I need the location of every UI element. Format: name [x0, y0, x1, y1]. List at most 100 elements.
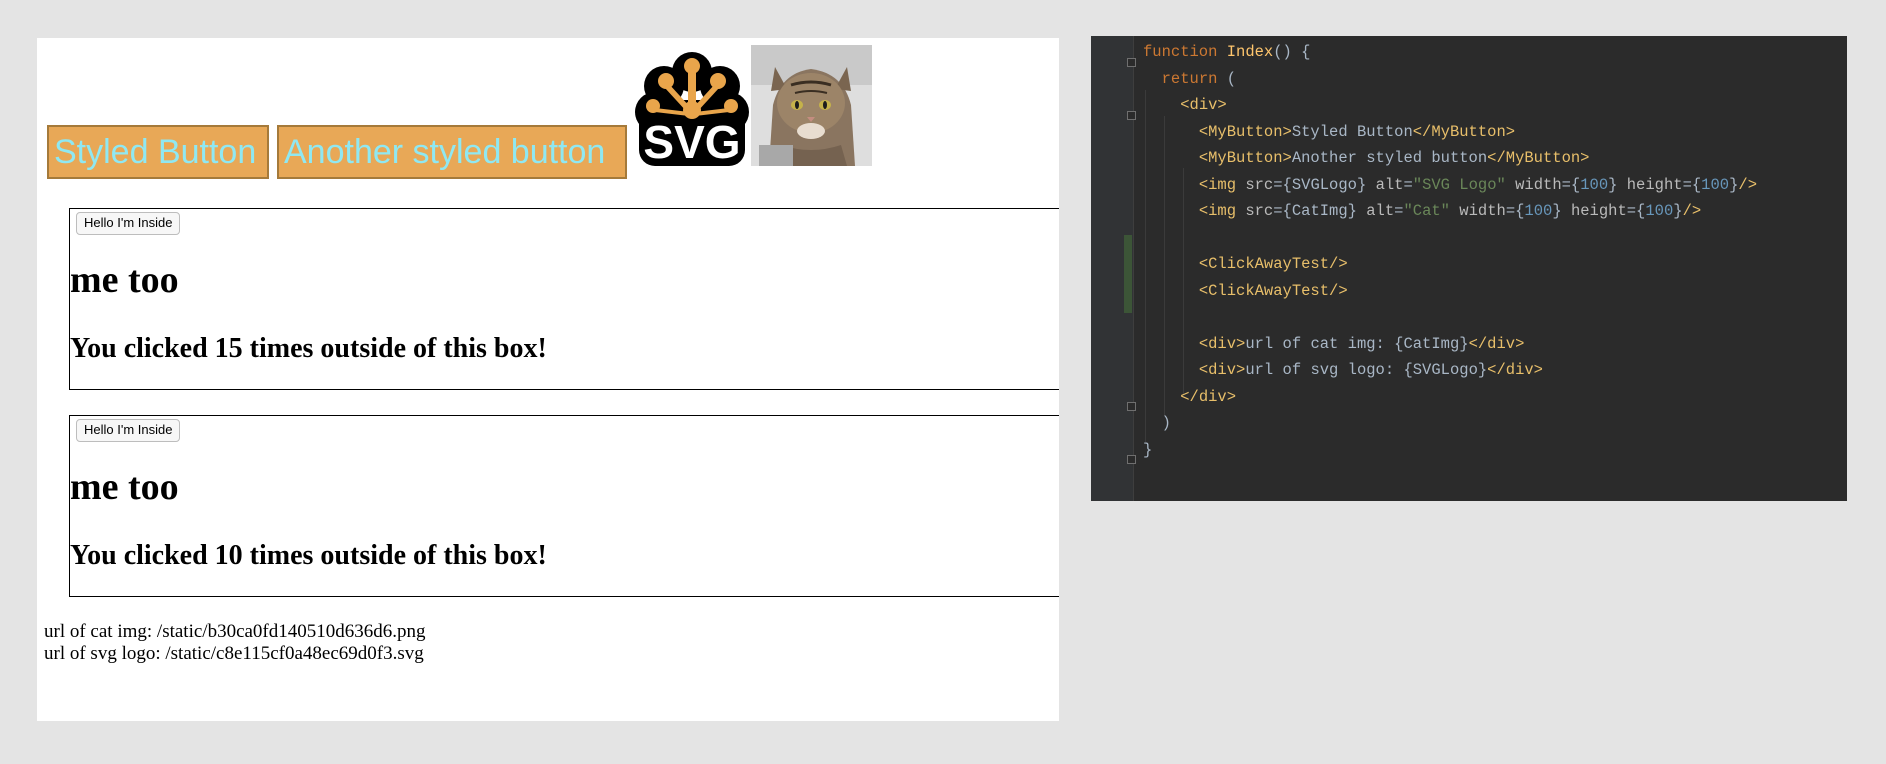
code-line[interactable]: return ( [1143, 66, 1236, 92]
svg-url-text: url of svg logo: /static/c8e115cf0a48ec6… [44, 643, 424, 664]
code-line[interactable]: <ClickAwayTest/> [1143, 278, 1348, 304]
code-token: <ClickAwayTest/> [1198, 281, 1348, 300]
code-token: <div> [1198, 361, 1246, 379]
code-token: Index [1226, 43, 1274, 61]
code-line[interactable]: <div> [1143, 92, 1227, 118]
code-token: ={CatImg} [1273, 202, 1367, 220]
code-token: width [1459, 202, 1506, 220]
code-token: <div> [1198, 334, 1246, 353]
code-token: ={ [1626, 202, 1646, 220]
code-token: function [1143, 43, 1227, 61]
code-token: } [1608, 175, 1627, 194]
code-token: } [1673, 202, 1683, 220]
code-line[interactable]: } [1143, 437, 1152, 463]
code-token: /> [1738, 175, 1757, 194]
me-too-heading: me too [70, 259, 179, 301]
code-token: } [1143, 440, 1153, 459]
code-line[interactable]: function Index() { [1143, 39, 1310, 65]
code-token: </MyButton> [1412, 122, 1516, 141]
click-away-box[interactable]: Hello I'm Inside me too You clicked 10 t… [69, 415, 1059, 597]
code-line[interactable]: <img src={SVGLogo} alt="SVG Logo" width=… [1143, 172, 1757, 198]
code-line[interactable]: <MyButton>Styled Button</MyButton> [1143, 119, 1515, 145]
code-token: "Cat" [1403, 202, 1450, 220]
rendered-page-preview: Styled Button Another styled button SVG [37, 38, 1059, 721]
code-token: <img [1198, 175, 1246, 194]
fold-marker-icon[interactable] [1127, 402, 1136, 411]
code-token: </div> [1487, 361, 1543, 379]
code-token: ={ [1561, 175, 1581, 194]
code-token: alt [1375, 175, 1404, 194]
code-token: = [1403, 175, 1413, 194]
fold-marker-icon[interactable] [1127, 455, 1136, 464]
fold-marker-icon[interactable] [1127, 111, 1136, 120]
svg-logo-text: SVG [643, 116, 740, 166]
code-token: Another styled button [1291, 149, 1488, 167]
click-count-text: You clicked 15 times outside of this box… [70, 333, 547, 364]
code-token: url of svg logo: {SVGLogo} [1245, 361, 1488, 379]
code-editor[interactable]: function Index() { return ( <div> <MyBut… [1091, 36, 1847, 501]
code-token: 100 [1580, 175, 1609, 194]
code-token: <MyButton> [1198, 149, 1292, 167]
code-token: "SVG Logo" [1412, 175, 1506, 194]
code-line[interactable]: </div> [1143, 384, 1236, 410]
code-token: height [1626, 175, 1683, 194]
code-token: () { [1273, 43, 1311, 61]
code-token: ={SVGLogo} [1273, 175, 1376, 194]
code-token: </div> [1180, 387, 1237, 406]
cat-photo-image [751, 45, 872, 166]
hello-inside-button[interactable]: Hello I'm Inside [76, 419, 181, 442]
code-token: alt [1366, 202, 1395, 220]
hello-inside-button[interactable]: Hello I'm Inside [76, 212, 181, 235]
code-line[interactable]: <img src={CatImg} alt="Cat" width={100} … [1143, 198, 1701, 224]
fold-marker-icon[interactable] [1127, 58, 1136, 67]
code-token: height [1570, 202, 1627, 220]
code-token: width [1515, 175, 1562, 194]
another-styled-button[interactable]: Another styled button [277, 125, 627, 179]
code-token: 100 [1645, 202, 1674, 220]
code-token: Styled Button [1291, 122, 1413, 141]
code-token: <div> [1180, 96, 1227, 114]
code-token: </MyButton> [1487, 149, 1590, 167]
code-token: 100 [1701, 175, 1730, 194]
code-token: <MyButton> [1198, 122, 1292, 141]
code-token: 100 [1524, 202, 1553, 220]
code-token: src [1245, 202, 1274, 220]
code-line[interactable]: <div>url of cat img: {CatImg}</div> [1143, 331, 1525, 357]
code-line[interactable]: <div>url of svg logo: {SVGLogo}</div> [1143, 357, 1543, 383]
click-away-box[interactable]: Hello I'm Inside me too You clicked 15 t… [69, 208, 1059, 390]
code-token: } [1552, 202, 1571, 220]
click-count-text: You clicked 10 times outside of this box… [70, 540, 547, 571]
code-line[interactable]: <MyButton>Another styled button</MyButto… [1143, 145, 1590, 171]
code-token: } [1729, 175, 1739, 194]
code-token: <ClickAwayTest/> [1198, 255, 1348, 273]
styled-button[interactable]: Styled Button [47, 125, 269, 179]
cat-url-text: url of cat img: /static/b30ca0fd140510d6… [44, 621, 426, 642]
me-too-heading: me too [70, 466, 179, 508]
code-token: /> [1682, 202, 1702, 220]
code-token: return [1161, 69, 1218, 88]
code-token: ) [1143, 414, 1171, 432]
code-token: </div> [1468, 334, 1525, 353]
code-token: src [1245, 175, 1274, 194]
code-token: ={ [1505, 202, 1525, 220]
code-token: <img [1198, 202, 1246, 220]
change-indicator [1124, 235, 1132, 313]
code-line[interactable]: <ClickAwayTest/> [1143, 251, 1348, 277]
code-line[interactable]: ) [1143, 410, 1171, 436]
code-token: url of cat img: {CatImg} [1245, 334, 1469, 353]
code-token: ( [1217, 69, 1237, 88]
code-token: ={ [1682, 175, 1702, 194]
